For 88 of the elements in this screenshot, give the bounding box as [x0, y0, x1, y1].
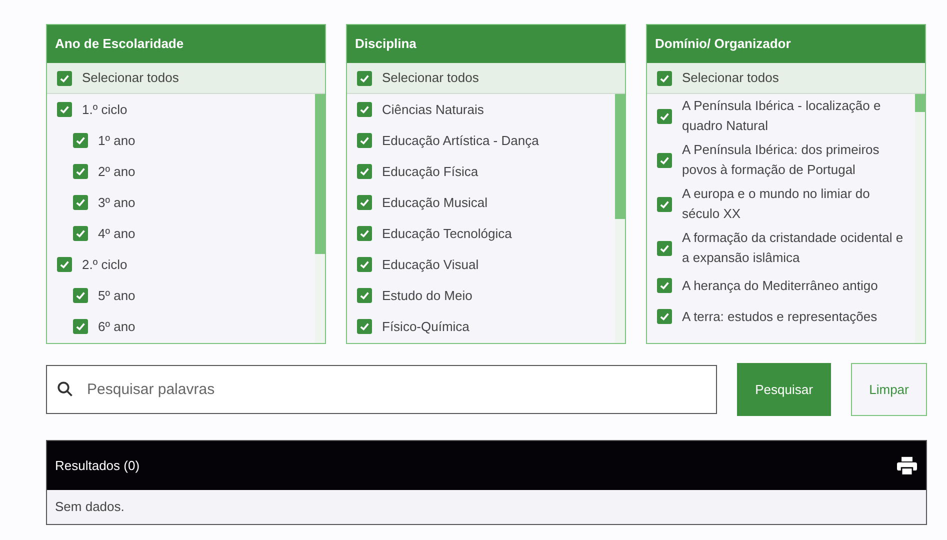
option-label[interactable]: A herança do Mediterrâneo antigo: [682, 276, 878, 296]
option-label[interactable]: 4º ano: [98, 224, 136, 244]
checkbox[interactable]: [357, 195, 372, 210]
option-label[interactable]: Educação Física: [382, 162, 478, 182]
clear-button[interactable]: Limpar: [851, 363, 927, 416]
checkbox[interactable]: [357, 288, 372, 303]
check-icon: [59, 259, 70, 270]
select-all-row[interactable]: Selecionar todos: [647, 63, 925, 94]
checkbox[interactable]: [357, 70, 372, 86]
checkbox[interactable]: [73, 226, 88, 241]
option-label[interactable]: A europa e o mundo no limiar do século XX: [682, 184, 909, 224]
check-icon: [75, 321, 86, 332]
check-icon: [359, 290, 370, 301]
check-icon: [75, 228, 86, 239]
checkbox[interactable]: [357, 164, 372, 179]
checkbox[interactable]: [357, 133, 372, 148]
checkbox[interactable]: [357, 226, 372, 241]
option-label[interactable]: Estudo do Meio: [382, 286, 472, 306]
checkbox[interactable]: [357, 319, 372, 334]
option-label[interactable]: 1.º ciclo: [82, 100, 128, 120]
select-all-row[interactable]: Selecionar todos: [347, 63, 625, 94]
checkbox[interactable]: [73, 164, 88, 179]
checkbox[interactable]: [657, 309, 672, 324]
option-label[interactable]: 2º ano: [98, 162, 136, 182]
checkbox[interactable]: [657, 70, 672, 86]
check-icon: [359, 166, 370, 177]
check-icon: [75, 166, 86, 177]
check-icon: [59, 72, 70, 84]
option-label[interactable]: 6º ano: [98, 316, 136, 336]
checkbox[interactable]: [73, 133, 88, 148]
option-label[interactable]: Educação Artística - Dança: [382, 130, 539, 150]
check-icon: [359, 321, 370, 332]
check-icon: [659, 110, 670, 122]
option-label[interactable]: A Península Ibérica - localização e quadro Natural: [682, 96, 909, 136]
check-icon: [75, 290, 86, 301]
option-label[interactable]: Ciências Naturais: [382, 100, 484, 120]
check-icon: [75, 197, 86, 208]
scrollbar-thumb[interactable]: [615, 94, 625, 219]
checkbox[interactable]: [657, 240, 672, 256]
checkbox[interactable]: [657, 278, 672, 293]
checkbox[interactable]: [657, 196, 672, 212]
panel-header: Disciplina: [347, 25, 625, 63]
check-icon: [359, 228, 370, 239]
panel-header: Domínio/ Organizador: [647, 25, 925, 63]
check-icon: [359, 259, 370, 270]
checkbox[interactable]: [357, 102, 372, 117]
panel-header: Ano de Escolaridade: [47, 25, 325, 63]
search-button[interactable]: Pesquisar: [737, 363, 831, 416]
checkbox[interactable]: [57, 102, 72, 117]
option-label[interactable]: 3º ano: [98, 192, 136, 212]
check-icon: [75, 135, 86, 146]
check-icon: [359, 72, 370, 84]
check-icon: [659, 72, 670, 84]
checkbox[interactable]: [73, 319, 88, 334]
checkbox[interactable]: [73, 288, 88, 303]
check-icon: [659, 242, 670, 254]
checkbox[interactable]: [357, 257, 372, 272]
check-icon: [59, 104, 70, 115]
check-icon: [659, 154, 670, 166]
scrollbar-thumb[interactable]: [315, 94, 325, 254]
scrollbar-thumb[interactable]: [915, 94, 925, 112]
option-label[interactable]: 5º ano: [98, 286, 136, 306]
check-icon: [659, 198, 670, 210]
checkbox[interactable]: [57, 257, 72, 272]
checkbox[interactable]: [73, 195, 88, 210]
results-title: Resultados (0): [55, 456, 140, 475]
search-field[interactable]: Pesquisar palavras: [46, 365, 717, 414]
checkbox[interactable]: [57, 70, 72, 86]
select-all-row[interactable]: Selecionar todos: [47, 63, 325, 94]
check-icon: [659, 280, 670, 291]
check-icon: [359, 104, 370, 115]
option-label[interactable]: A Península Ibérica: dos primeiros povos à formação de Portugal: [682, 140, 909, 180]
option-label[interactable]: Educação Musical: [382, 192, 488, 212]
check-icon: [359, 197, 370, 208]
option-label[interactable]: Físico-Química: [382, 316, 470, 336]
checkbox[interactable]: [657, 108, 672, 124]
option-label[interactable]: Educação Tecnológica: [382, 224, 512, 244]
option-label[interactable]: 1º ano: [98, 130, 136, 150]
search-icon: [56, 380, 74, 398]
empty-message: Sem dados.: [55, 498, 124, 516]
option-label[interactable]: Educação Visual: [382, 254, 479, 274]
option-label[interactable]: 2.º ciclo: [82, 254, 128, 274]
option-label[interactable]: A terra: estudos e representações: [682, 306, 878, 326]
option-label[interactable]: A formação da cristandade ocidental e a expansão islâmica: [682, 228, 909, 268]
check-icon: [659, 311, 670, 322]
checkbox[interactable]: [657, 152, 672, 168]
print-icon[interactable]: [896, 456, 918, 476]
check-icon: [359, 135, 370, 146]
